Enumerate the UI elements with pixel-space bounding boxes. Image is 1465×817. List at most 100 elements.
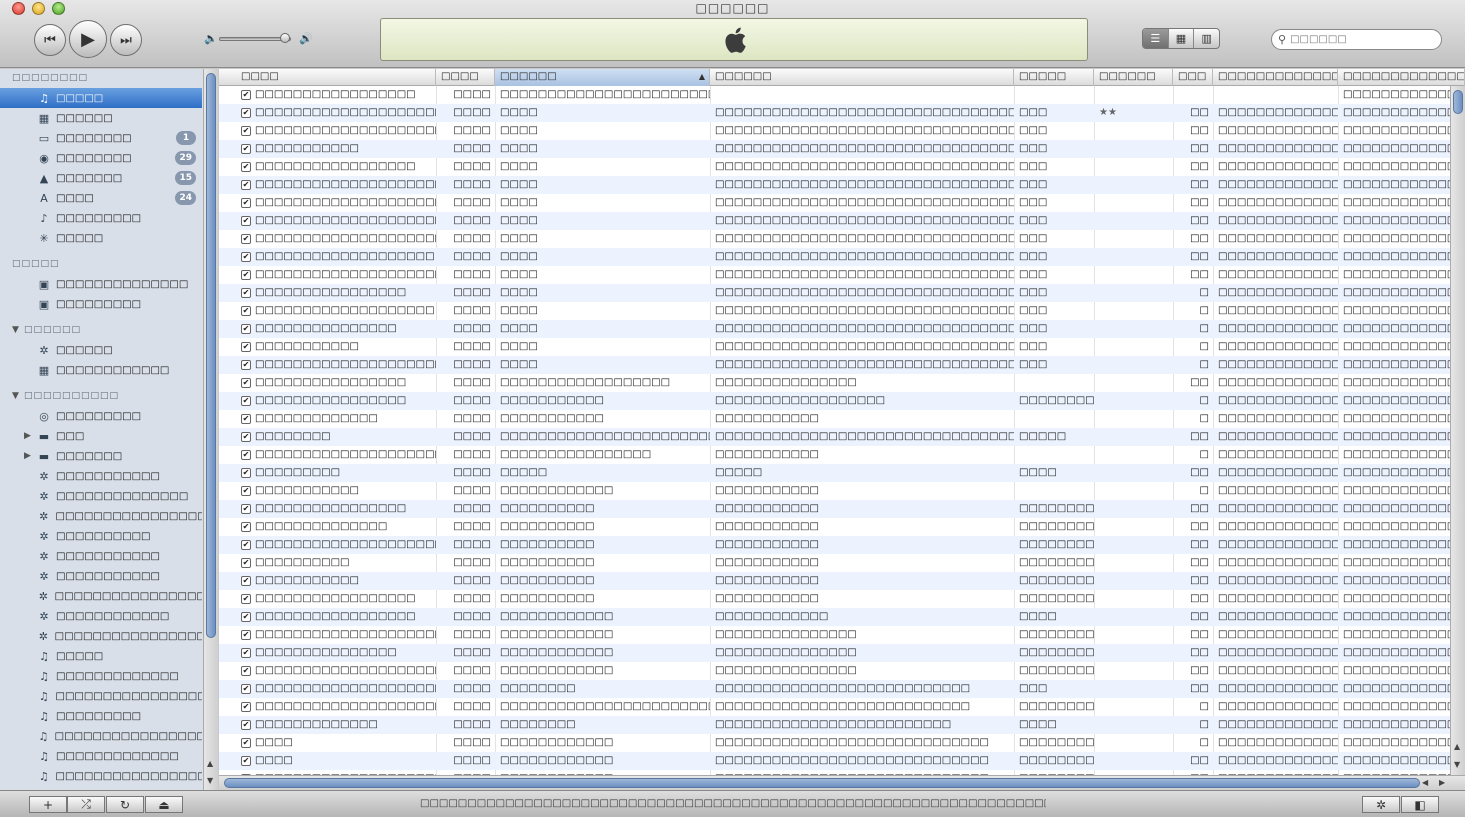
table-row[interactable]: ✔□□□□□□□□□□□□□□□□□□□□□□□□□□□□□□□□□□□□□□□…: [219, 338, 1465, 356]
sidebar-item-playlist[interactable]: ✲ □□□□□□□□□□□□□□□□□: [0, 626, 202, 646]
column-header-date-added[interactable]: □□□□□□□□□□□□□: [1338, 69, 1465, 86]
table-row[interactable]: ✔□□□□□□□□□□□□□□□□□□□□□□□□□□□□□□□□□□□□□□□…: [219, 410, 1465, 428]
table-row[interactable]: ✔□□□□□□□□□□□□□□□□□□□□□□□□□□□□□□□□□□□□□□□…: [219, 698, 1465, 716]
table-row[interactable]: ✔□□□□□□□□□□□□□□□□□□□□□□□□□□□□□□□□□□□□□□□…: [219, 284, 1465, 302]
sidebar-item-playlist[interactable]: ♫ □□□□□□□□□□□□□□□□: [0, 766, 202, 786]
search-input[interactable]: [1290, 34, 1421, 45]
sidebar-item-playlist[interactable]: ♫ □□□□□□□□□: [0, 706, 202, 726]
table-row[interactable]: ✔□□□□□□□□□□□□□□□□□□□□□□□□□□□□□□□□□□□□□□□…: [219, 266, 1465, 284]
repeat-button[interactable]: ↻: [106, 796, 144, 813]
sidebar-item-playlist[interactable]: ♫ □□□□□: [0, 646, 202, 666]
previous-track-button[interactable]: ⏮: [34, 24, 66, 56]
table-row[interactable]: ✔□□□□□□□□□□□□□□□□□□□□□□□□□□□□□□□□□□□□□□□…: [219, 536, 1465, 554]
table-row[interactable]: ✔□□□□□□□□□□□□□□□□□□□□□□□□□□□□□□□□□□□□□□□…: [219, 680, 1465, 698]
track-list-horizontal-scroll-thumb[interactable]: [224, 778, 1420, 788]
table-row[interactable]: ✔□□□□□□□□□□□□□□□□□□□□□□□□□□□□□□□□□□□□□□□…: [219, 356, 1465, 374]
track-list-vertical-scrollbar[interactable]: ▲ ▼: [1450, 86, 1465, 775]
shuffle-button[interactable]: ⤮: [67, 796, 105, 813]
column-header-artist[interactable]: □□□□□□ ▲: [495, 69, 710, 86]
sidebar-item-store[interactable]: ▣ □□□□□□□□□□□□□□: [0, 274, 202, 294]
sidebar-item-playlist[interactable]: ✲ □□□□□□□□□□□□: [0, 606, 202, 626]
hide-browser-button[interactable]: ◧: [1401, 796, 1439, 813]
table-row[interactable]: ✔□□□□□□□□□□□□□□□□□□□□□□□□□□□□□□□□□□□□□□□…: [219, 86, 1465, 104]
table-row[interactable]: ✔□□□□□□□□□□□□□□□□□□□□□□□□□□□□□□□□□□□□□□□…: [219, 320, 1465, 338]
sidebar-item-playlist[interactable]: ✲ □□□□□□□□□□□□□□□□□: [0, 586, 202, 606]
sidebar-item-playlist[interactable]: ✲ □□□□□□□□□□□: [0, 466, 202, 486]
sidebar-item-playlist[interactable]: ▶ ▬ □□□□□□□: [0, 446, 202, 466]
search-field[interactable]: ⚲: [1271, 29, 1442, 50]
table-row[interactable]: ✔□□□□□□□□□□□□□□□□□□□□□□□□□□□□□□□□□□□□□□□…: [219, 626, 1465, 644]
sidebar-item-library[interactable]: ▭ □□□□□□□□ 1: [0, 128, 202, 148]
sidebar-item-playlist[interactable]: ▶ ▬ □□□: [0, 426, 202, 446]
sidebar-item-library[interactable]: ▲ □□□□□□□ 15: [0, 168, 202, 188]
list-view-button[interactable]: ☰: [1143, 29, 1169, 48]
sidebar-item-genius[interactable]: ✲ □□□□□□: [0, 340, 202, 360]
table-row[interactable]: ✔□□□□□□□□□□□□□□□□□□□□□□□□□□□□□□□□□□□□□□□…: [219, 176, 1465, 194]
table-row[interactable]: ✔□□□□□□□□□□□□□□□□□□□□□□□□□□□□□□□□□□□□□□□…: [219, 446, 1465, 464]
table-row[interactable]: ✔□□□□□□□□□□□□□□□□□□□□□□□□□□□□□□□□□□□□□□□…: [219, 194, 1465, 212]
sidebar-item-playlist[interactable]: ♫ □□□□□□□□□□□□□: [0, 666, 202, 686]
table-row[interactable]: ✔□□□□□□□□□□□□□□□□□□□□□□□□□□□□□□□□□□□□□□□…: [219, 104, 1465, 122]
table-row[interactable]: ✔□□□□□□□□□□□□□□□□□□□□□□□□□□□□□□□□□□□□□□□…: [219, 572, 1465, 590]
disclosure-triangle-icon[interactable]: ▶: [24, 451, 31, 461]
table-row[interactable]: ✔□□□□□□□□□□□□□□□□□□□□□□□□□□□□□□□□□□□□□□□…: [219, 230, 1465, 248]
table-row[interactable]: ✔□□□□□□□□□□□□□□□□□□□□□□□□□□□□□□□□□□□□□□□…: [219, 644, 1465, 662]
sidebar-item-library[interactable]: A □□□□ 24: [0, 188, 202, 208]
sidebar-item-playlist[interactable]: ♫ □□□□□□□□□□□□□□□□□: [0, 726, 202, 746]
sidebar-item-library[interactable]: ▦ □□□□□□: [0, 108, 202, 128]
sidebar-item-store[interactable]: ▣ □□□□□□□□□: [0, 294, 202, 314]
table-row[interactable]: ✔□□□□□□□□□□□□□□□□□□□□□□□□□□□□□□□□□□□□□□□…: [219, 716, 1465, 734]
column-header-last-played[interactable]: □□□□□□□□□□□□□: [1213, 69, 1338, 86]
sidebar-item-genius[interactable]: ▦ □□□□□□□□□□□□: [0, 360, 202, 380]
sidebar-item-playlist[interactable]: ✲ □□□□□□□□□□□: [0, 546, 202, 566]
sidebar-item-playlist[interactable]: ♫ □□□□□□□□□□□□□: [0, 746, 202, 766]
scroll-up-arrow-icon[interactable]: ▲: [1454, 742, 1460, 751]
table-row[interactable]: ✔□□□□□□□□□□□□□□□□□□□□□□□□□□□□□□□□□□□□□□□…: [219, 662, 1465, 680]
sidebar-item-playlist[interactable]: ◎ □□□□□□□□□: [0, 406, 202, 426]
sidebar-item-library[interactable]: ◉ □□□□□□□□ 29: [0, 148, 202, 168]
column-header-genre[interactable]: □□□□□: [1014, 69, 1094, 86]
add-playlist-button[interactable]: +: [29, 796, 67, 813]
sidebar-item-library[interactable]: ♪ □□□□□□□□□: [0, 208, 202, 228]
table-row[interactable]: ✔□□□□□□□□□□□□□□□□□□□□□□□□□□□□□□□□□□□□□□□…: [219, 140, 1465, 158]
table-row[interactable]: ✔□□□□□□□□□□□□□□□□□□□□□□□□□□□□□□□□□□□□□□□…: [219, 374, 1465, 392]
genius-sidebar-button[interactable]: ✲: [1362, 796, 1400, 813]
track-list-vertical-scroll-thumb[interactable]: [1453, 90, 1463, 114]
table-row[interactable]: ✔□□□□□□□□□□□□□□□□□□□□□□□□□□□□□□□□□□□□□□□…: [219, 554, 1465, 572]
table-row[interactable]: ✔□□□□□□□□□□□□□□□□□□□□□□□□□□□□□□□□□□□□□□□…: [219, 302, 1465, 320]
disclosure-triangle-icon[interactable]: ▼: [12, 391, 19, 401]
table-row[interactable]: ✔□□□□□□□□□□□□□□□□□□□□□□□□□□□□□□□□□□□□□□□…: [219, 500, 1465, 518]
play-button[interactable]: ▶: [69, 20, 107, 58]
volume-slider-knob[interactable]: [280, 33, 291, 43]
status-display[interactable]: [380, 18, 1088, 61]
table-row[interactable]: ✔□□□□□□□□□□□□□□□□□□□□□□□□□□□□□□□□□□□□□□□…: [219, 734, 1465, 752]
table-row[interactable]: ✔□□□□□□□□□□□□□□□□□□□□□□□□□□□□□□□□□□□□□□□…: [219, 428, 1465, 446]
table-row[interactable]: ✔□□□□□□□□□□□□□□□□□□□□□□□□□□□□□□□□□□□□□□□…: [219, 590, 1465, 608]
next-track-button[interactable]: ⏭: [110, 24, 142, 56]
scroll-left-arrow-icon[interactable]: ◀: [1422, 778, 1428, 787]
table-row[interactable]: ✔□□□□□□□□□□□□□□□□□□□□□□□□□□□□□□□□□□□□□□□…: [219, 464, 1465, 482]
sidebar-item-library[interactable]: ✳ □□□□□: [0, 228, 202, 248]
scroll-down-arrow-icon[interactable]: ▼: [207, 776, 213, 785]
table-row[interactable]: ✔□□□□□□□□□□□□□□□□□□□□□□□□□□□□□□□□□□□□□□□…: [219, 752, 1465, 770]
sidebar-scroll-thumb[interactable]: [206, 73, 216, 638]
table-row[interactable]: ✔□□□□□□□□□□□□□□□□□□□□□□□□□□□□□□□□□□□□□□□…: [219, 518, 1465, 536]
table-row[interactable]: ✔□□□□□□□□□□□□□□□□□□□□□□□□□□□□□□□□□□□□□□□…: [219, 248, 1465, 266]
show-artwork-button[interactable]: ⏏: [145, 796, 183, 813]
column-header-plays[interactable]: □□□: [1173, 69, 1213, 86]
coverflow-view-button[interactable]: ▥: [1194, 29, 1219, 48]
column-header-rating[interactable]: □□□□□□: [1094, 69, 1173, 86]
scroll-up-arrow-icon[interactable]: ▲: [207, 759, 213, 768]
grid-view-button[interactable]: ▦: [1169, 29, 1195, 48]
table-row[interactable]: ✔□□□□□□□□□□□□□□□□□□□□□□□□□□□□□□□□□□□□□□□…: [219, 122, 1465, 140]
sidebar-item-library[interactable]: ♫ □□□□□: [0, 88, 202, 108]
scroll-right-arrow-icon[interactable]: ▶: [1439, 778, 1445, 787]
sidebar-scrollbar[interactable]: ▲ ▼: [203, 69, 218, 790]
column-header-name[interactable]: □□□□: [219, 69, 436, 86]
column-header-time[interactable]: □□□□: [436, 69, 495, 86]
table-row[interactable]: ✔□□□□□□□□□□□□□□□□□□□□□□□□□□□□□□□□□□□□□□□…: [219, 482, 1465, 500]
column-header-album[interactable]: □□□□□□: [710, 69, 1014, 86]
table-row[interactable]: ✔□□□□□□□□□□□□□□□□□□□□□□□□□□□□□□□□□□□□□□□…: [219, 212, 1465, 230]
sidebar-item-playlist[interactable]: ✲ □□□□□□□□□□: [0, 526, 202, 546]
sidebar-item-playlist[interactable]: ✲ □□□□□□□□□□□: [0, 566, 202, 586]
